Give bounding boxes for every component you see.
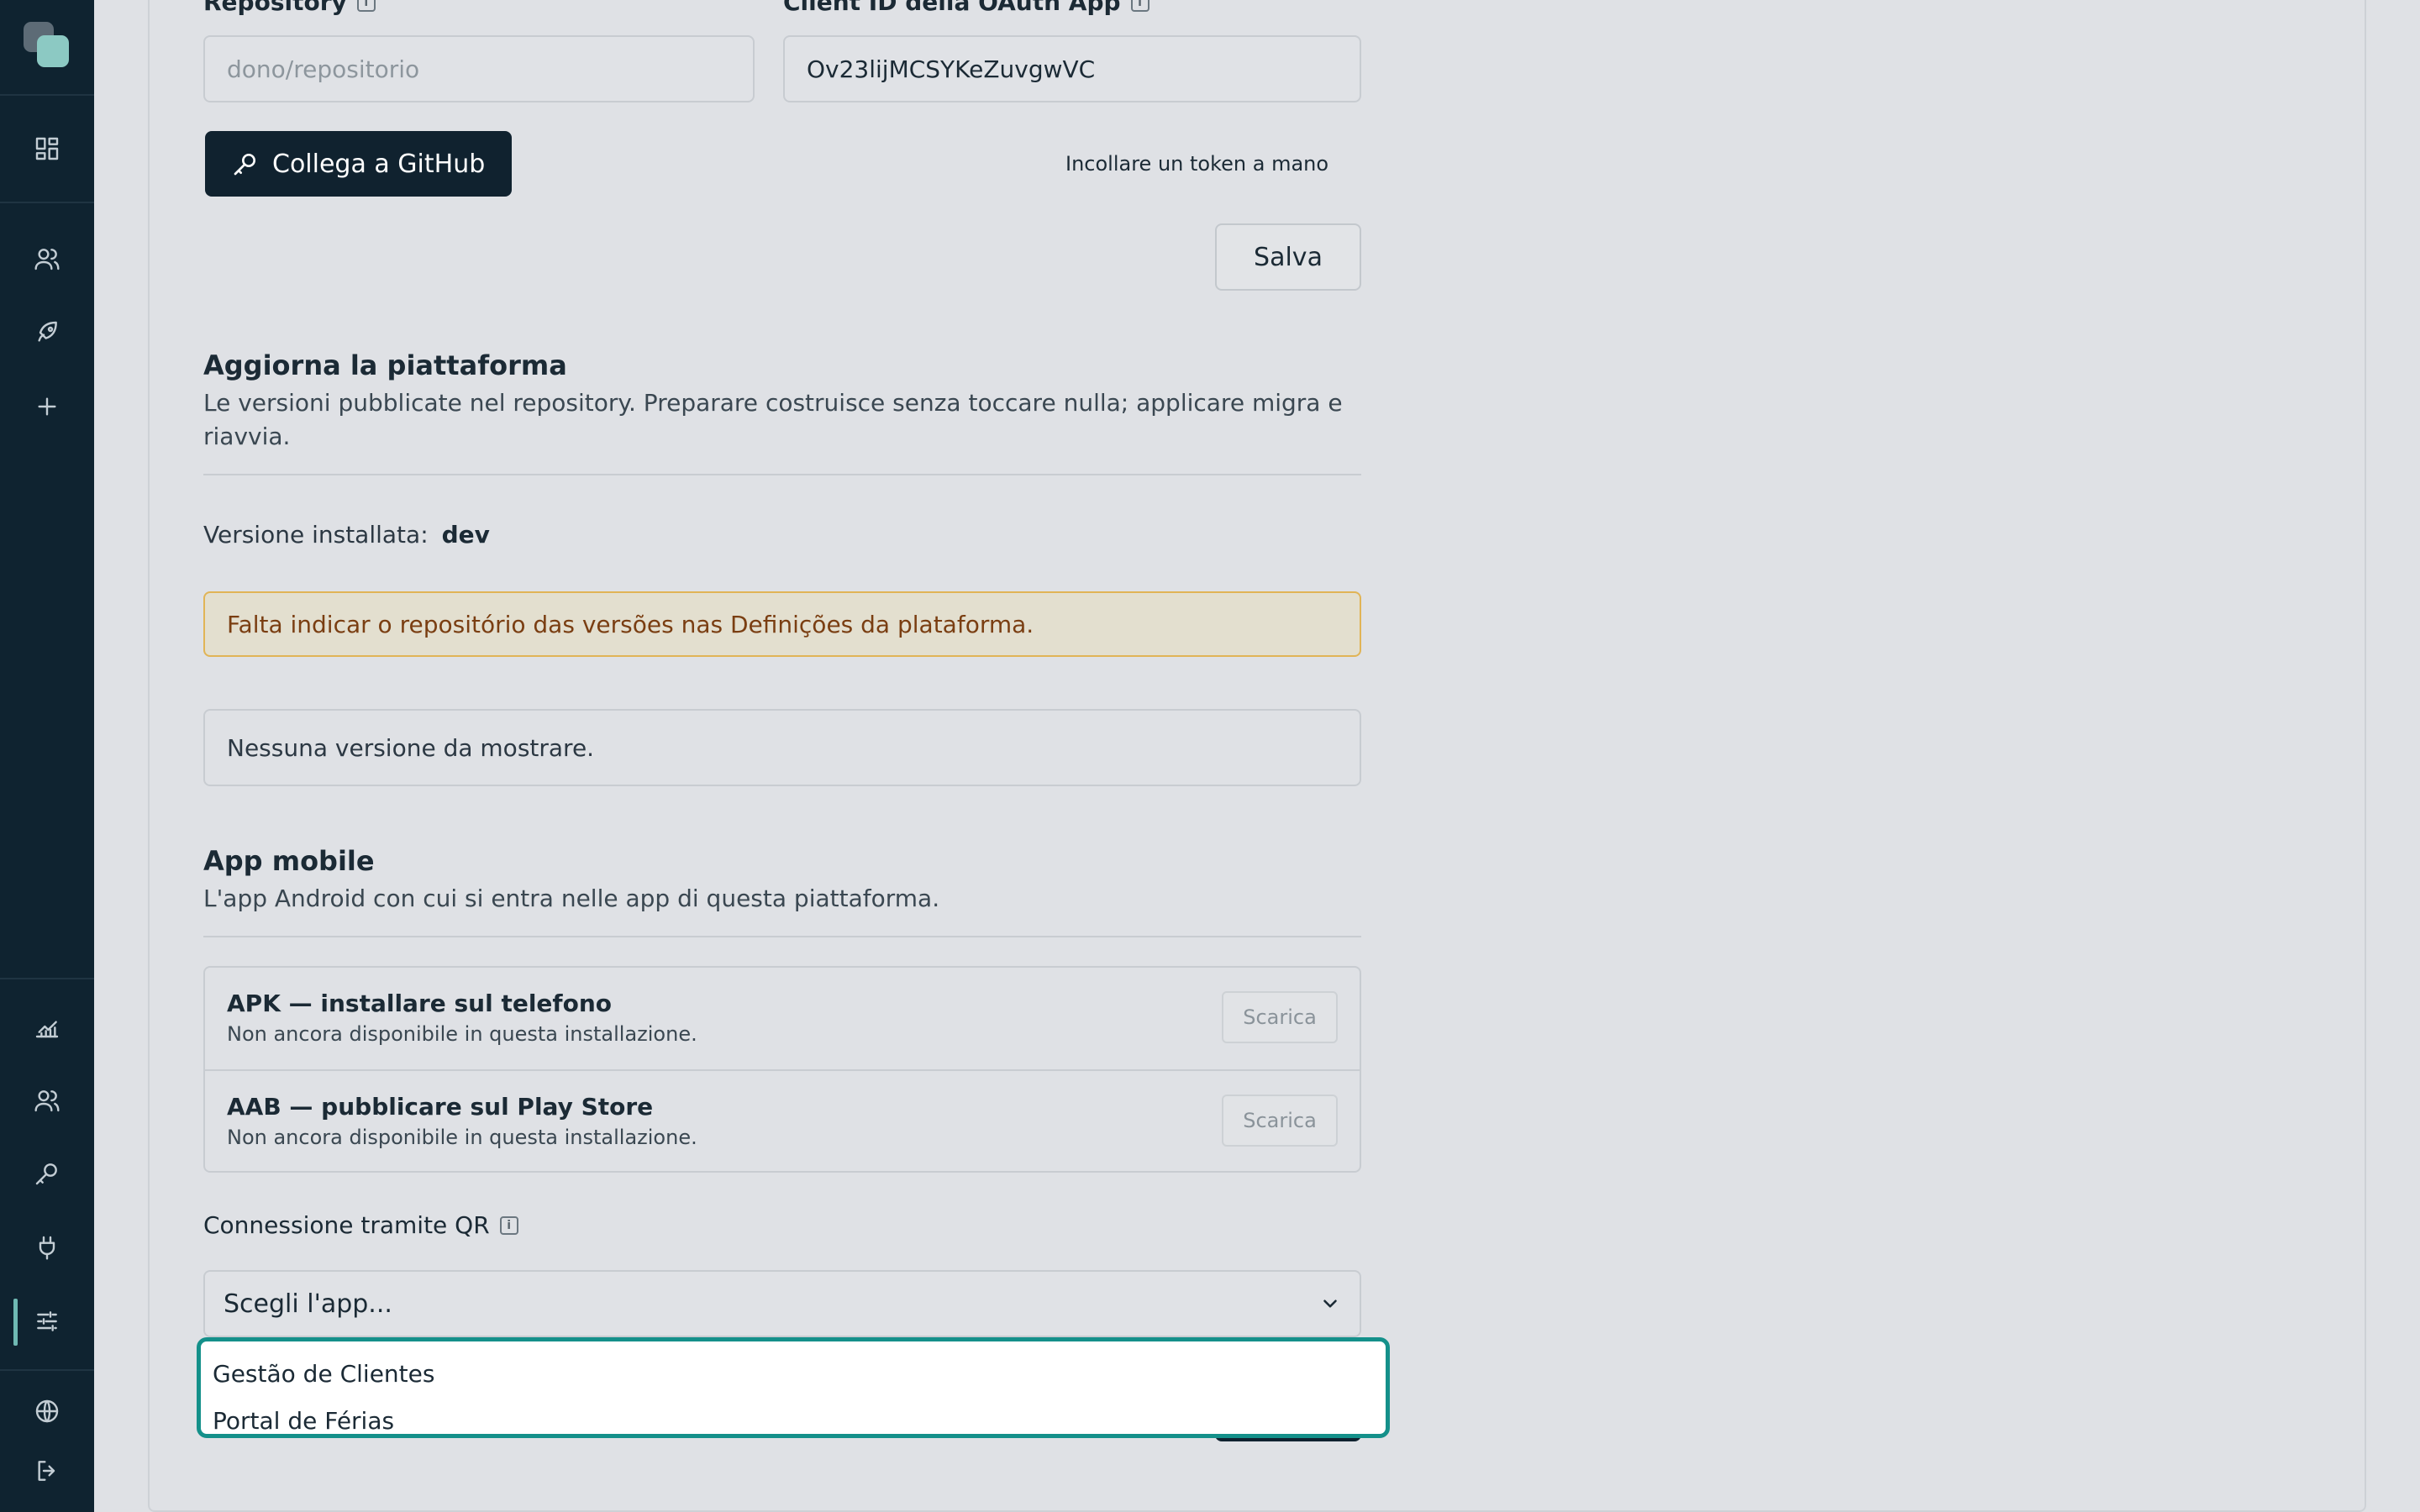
update-section-title: Aggiorna la piattaforma: [203, 349, 567, 381]
section-divider: [203, 936, 1361, 937]
sidebar-divider: [0, 978, 94, 979]
key-icon: [234, 154, 255, 176]
settings-card: Repository i dono/repositorio Client ID …: [148, 0, 2366, 1512]
connect-github-button[interactable]: Collega a GitHub: [205, 131, 513, 197]
repository-label: Repository i: [203, 0, 376, 16]
qr-connection-label: Connessione tramite QR i: [203, 1211, 518, 1239]
users-icon[interactable]: [27, 1080, 67, 1121]
installed-version-label: Versione installata:: [203, 521, 429, 549]
update-section-description: Le versioni pubblicate nel repository. P…: [203, 389, 1343, 450]
app-option[interactable]: Portal de Férias: [201, 1397, 1386, 1444]
chart-icon[interactable]: [27, 1006, 67, 1047]
sliders-icon[interactable]: [27, 1301, 67, 1341]
client-id-label: Client ID della OAuth App i: [783, 0, 1150, 16]
download-row-apk: APK — installare sul telefono Non ancora…: [205, 968, 1360, 1069]
repository-warning: Falta indicar o repositório das versões …: [203, 591, 1361, 657]
rocket-icon[interactable]: [27, 312, 67, 353]
users-icon[interactable]: [27, 239, 67, 279]
plug-icon[interactable]: [27, 1227, 67, 1268]
app-option[interactable]: Gestão de Clientes: [201, 1350, 1386, 1397]
versions-empty-state: Nessuna versione da mostrare.: [203, 709, 1361, 786]
mobile-section-title: App mobile: [203, 845, 375, 877]
active-indicator: [13, 1299, 18, 1346]
app-select-dropdown: Gestão de Clientes Portal de Férias: [197, 1337, 1390, 1438]
info-icon[interactable]: i: [1130, 0, 1150, 12]
dashboard-icon[interactable]: [27, 129, 67, 169]
save-button[interactable]: Salva: [1215, 223, 1361, 291]
repository-input[interactable]: dono/repositorio: [203, 35, 755, 102]
plus-icon[interactable]: [27, 386, 67, 427]
download-subtitle: Non ancora disponibile in questa install…: [227, 1022, 697, 1046]
app-logo[interactable]: [24, 22, 71, 69]
key-icon[interactable]: [27, 1153, 67, 1194]
installed-version-value: dev: [441, 521, 490, 549]
download-row-aab: AAB — pubblicare sul Play Store Non anco…: [205, 1069, 1360, 1171]
globe-icon[interactable]: [27, 1391, 67, 1431]
section-divider: [203, 474, 1361, 475]
sidebar-divider: [0, 94, 94, 96]
logout-icon[interactable]: [27, 1451, 67, 1491]
client-id-input[interactable]: Ov23lijMCSYKeZuvgwVC: [783, 35, 1361, 102]
info-icon[interactable]: i: [499, 1215, 518, 1235]
download-title: APK — installare sul telefono: [227, 990, 612, 1017]
download-subtitle: Non ancora disponibile in questa install…: [227, 1126, 697, 1149]
sidebar: [0, 0, 94, 1512]
paste-token-link[interactable]: Incollare un token a mano: [1065, 152, 1328, 176]
download-apk-button[interactable]: Scarica: [1222, 991, 1338, 1043]
info-icon[interactable]: i: [356, 0, 376, 12]
app-select[interactable]: Scegli l'app...: [203, 1270, 1361, 1337]
connect-github-label: Collega a GitHub: [272, 149, 486, 179]
installed-version: Versione installata: dev: [203, 521, 490, 549]
sidebar-divider: [0, 202, 94, 203]
downloads-list: APK — installare sul telefono Non ancora…: [203, 966, 1361, 1173]
download-aab-button[interactable]: Scarica: [1222, 1095, 1338, 1147]
download-title: AAB — pubblicare sul Play Store: [227, 1093, 654, 1121]
chevron-down-icon: [1323, 1299, 1337, 1308]
sidebar-divider: [0, 1369, 94, 1371]
app-select-value: Scegli l'app...: [224, 1289, 392, 1319]
mobile-section-description: L'app Android con cui si entra nelle app…: [203, 885, 940, 912]
